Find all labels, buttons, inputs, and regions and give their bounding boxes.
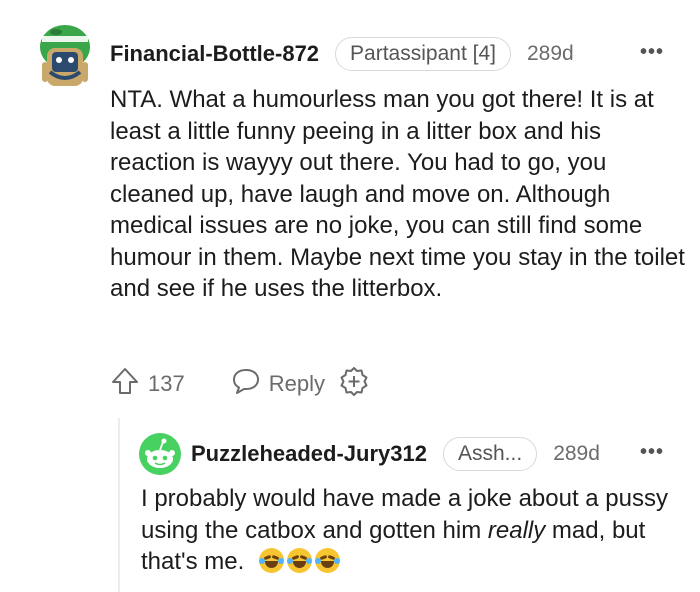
- comment-header: Financial-Bottle-872 Partassipant [4] 28…: [110, 37, 574, 71]
- comment-age: 289d: [526, 42, 574, 65]
- reply-button[interactable]: Reply: [269, 371, 325, 397]
- username[interactable]: Financial-Bottle-872: [110, 41, 319, 67]
- rofl-emoji-icon: [258, 548, 284, 573]
- comment-body: I probably would have made a joke about …: [141, 483, 671, 578]
- award-icon[interactable]: [339, 366, 369, 402]
- vote-count: 137: [148, 371, 185, 396]
- user-flair: Partassipant [4]: [335, 37, 511, 71]
- rofl-emoji-icon: [314, 548, 340, 573]
- comment-header: Puzzleheaded-Jury312 Assh... 289d: [191, 437, 600, 471]
- reply-icon[interactable]: [231, 367, 261, 401]
- more-options-icon[interactable]: •••: [640, 41, 664, 64]
- more-options-icon[interactable]: •••: [640, 441, 664, 464]
- thread-line[interactable]: [118, 418, 120, 592]
- comment: Financial-Bottle-872 Partassipant [4] 28…: [0, 0, 700, 420]
- avatar[interactable]: [36, 22, 94, 86]
- username[interactable]: Puzzleheaded-Jury312: [191, 441, 427, 467]
- avatar-icon: [40, 25, 90, 86]
- rofl-emoji-icon: [286, 548, 312, 573]
- comment-age: 289d: [553, 442, 600, 465]
- avatar[interactable]: [138, 432, 182, 476]
- upvote-icon[interactable]: [110, 366, 140, 402]
- user-flair: Assh...: [442, 437, 538, 471]
- snoo-avatar-icon: [139, 433, 181, 475]
- comment-actions: 137 Reply: [110, 366, 369, 402]
- comment-body: NTA. What a humourless man you got there…: [110, 86, 685, 302]
- body-emphasis: really: [487, 516, 546, 544]
